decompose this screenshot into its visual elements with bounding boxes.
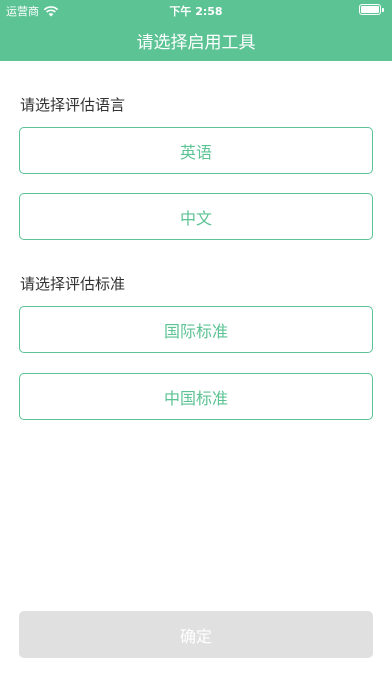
battery-icon xyxy=(359,4,384,15)
confirm-button[interactable]: 确定 xyxy=(19,611,373,658)
standard-option-china[interactable]: 中国标准 xyxy=(19,373,373,420)
language-option-english[interactable]: 英语 xyxy=(19,127,373,174)
standard-option-international[interactable]: 国际标准 xyxy=(19,306,373,353)
page-title: 请选择启用工具 xyxy=(136,33,256,53)
status-bar: 运营商 下午 2:58 xyxy=(0,0,392,20)
status-time: 下午 2:58 xyxy=(169,5,223,18)
language-section-label: 请选择评估语言 xyxy=(20,96,126,114)
language-option-chinese[interactable]: 中文 xyxy=(19,193,373,240)
app-header: 运营商 下午 2:58 请选择启用工具 xyxy=(0,0,392,61)
standard-section-label: 请选择评估标准 xyxy=(20,275,126,293)
